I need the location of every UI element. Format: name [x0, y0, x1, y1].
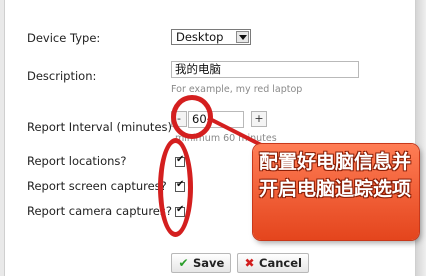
callout-text: 配置好电脑信息并开启电脑追踪选项 — [259, 151, 412, 200]
annotation-callout: 配置好电脑信息并开启电脑追踪选项 — [253, 144, 419, 240]
